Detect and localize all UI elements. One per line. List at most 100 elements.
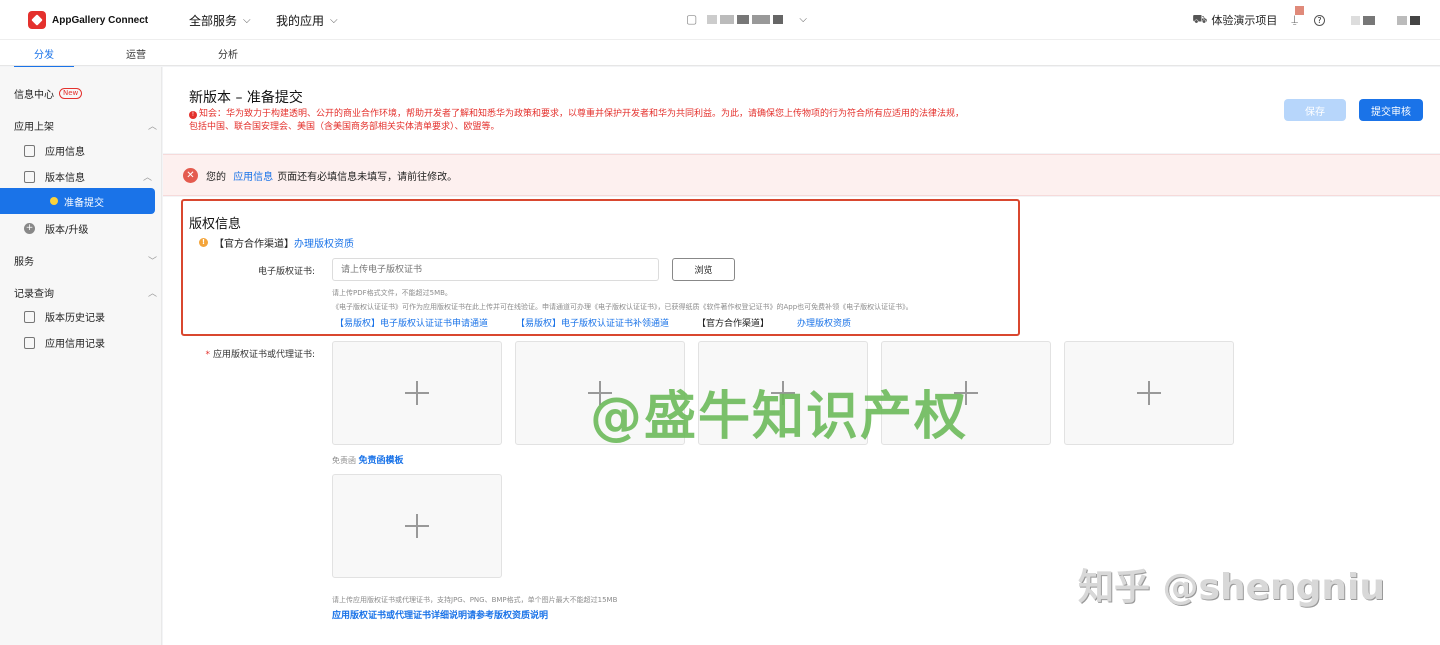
- top-right-tools: ⛟ 体验演示项目 ⍊ ?: [1192, 6, 1420, 28]
- all-services-label: 全部服务: [189, 14, 238, 28]
- huawei-logo-icon: [28, 11, 46, 29]
- my-apps-label: 我的应用: [276, 14, 325, 28]
- chevron-down-icon: ⌵: [799, 13, 807, 25]
- required-mark: *: [205, 350, 210, 360]
- plus-circle-icon: +: [24, 223, 35, 234]
- sidebar-item-app-info[interactable]: 应用信息: [24, 143, 85, 158]
- copyright-detail-link[interactable]: 应用版权证书或代理证书详细说明请参考版权资质说明: [332, 611, 548, 621]
- watermark-main: @盛牛知识产权: [590, 387, 969, 447]
- tab-analytics[interactable]: 分析: [218, 46, 238, 61]
- ecert-input[interactable]: [332, 258, 659, 281]
- sidebar-item-version-history[interactable]: 版本历史记录: [24, 309, 105, 324]
- demo-project-link[interactable]: 体验演示项目: [1211, 12, 1277, 28]
- watermark-corner: 知乎 @shengniu: [1078, 567, 1386, 608]
- chevron-down-icon: ⌵: [243, 15, 251, 26]
- cert-label: * 应用版权证书或代理证书:: [199, 347, 315, 360]
- ecert-apply-link[interactable]: 【易版权】电子版权认证证书申请通道: [335, 316, 488, 329]
- compliance-notice: ! 知会：华为致力于构建透明、公开的商业合作环境，帮助开发者了解和知悉华为政策和要…: [189, 108, 969, 134]
- redacted-text: [720, 14, 735, 24]
- warning-dot-icon: [50, 197, 58, 205]
- sidebar-group-services[interactable]: 服务 ﹀: [14, 253, 157, 268]
- error-text: 您的 应用信息 页面还有必填信息未填写，请前往修改。: [206, 168, 457, 183]
- app-logo[interactable]: AppGallery Connect: [28, 11, 148, 29]
- error-icon: ✕: [183, 167, 198, 183]
- save-button[interactable]: 保存: [1284, 99, 1346, 121]
- redacted-text: [752, 14, 771, 24]
- upload-slot[interactable]: [332, 341, 502, 445]
- detail-row: 应用版权证书或代理证书详细说明请参考版权资质说明: [332, 608, 548, 621]
- sidebar-item-prepare-submit[interactable]: 准备提交: [0, 188, 155, 214]
- module-tabs: 分发 运营 分析: [0, 40, 1440, 68]
- redacted-avatar[interactable]: [1410, 15, 1420, 25]
- sidebar-item-label: 版本信息: [45, 173, 85, 184]
- edit-doc-icon: [24, 170, 35, 183]
- copyright-qualification-link[interactable]: 办理版权资质: [294, 235, 354, 250]
- redacted-avatar: [1351, 15, 1360, 25]
- alert-icon: !: [189, 111, 197, 119]
- sidebar-item-label: 服务: [14, 257, 34, 268]
- redacted-text: [737, 14, 750, 24]
- channel-prefix: 【官方合作渠道】: [697, 319, 770, 329]
- waiver-template-link[interactable]: 免责函模板: [359, 456, 404, 466]
- redacted-text: [707, 14, 718, 24]
- copyright-qualification-link-2[interactable]: 办理版权资质: [797, 319, 851, 329]
- all-services-menu[interactable]: 全部服务 ⌵: [189, 12, 251, 29]
- sidebar-item-label: 应用信息: [45, 147, 85, 158]
- error-banner: ✕ 您的 应用信息 页面还有必填信息未填写，请前往修改。: [163, 154, 1440, 196]
- page-header: 新版本 – 准备提交 ! 知会：华为致力于构建透明、公开的商业合作环境，帮助开发者…: [163, 67, 1440, 153]
- chevron-down-icon: ﹀: [147, 257, 157, 267]
- upload-slot-waiver[interactable]: [332, 474, 502, 578]
- plus-icon: [405, 381, 429, 405]
- redacted-avatar: [1397, 15, 1407, 25]
- chevron-up-icon: ︿: [142, 173, 152, 183]
- help-icon[interactable]: ?: [1314, 14, 1325, 26]
- upload-slot[interactable]: [1064, 341, 1234, 445]
- sidebar-item-credit-records[interactable]: 应用信用记录: [24, 335, 105, 350]
- sidebar-item-label: 应用上架: [14, 122, 54, 133]
- sidebar-group-records[interactable]: 记录查询 ︿: [14, 285, 157, 300]
- cert-label-text: 应用版权证书或代理证书:: [212, 350, 315, 360]
- ecert-links: 【易版权】电子版权认证证书申请通道 【易版权】电子版权认证证书补领通道 【官方合…: [335, 316, 907, 329]
- ecert-hint-format: 请上传PDF格式文件，不能超过5MB。: [332, 289, 452, 297]
- chevron-down-icon: ⌵: [330, 15, 338, 26]
- waiver-row: 免责函 免责函模板: [332, 453, 404, 466]
- sidebar-item-label: 版本历史记录: [45, 313, 105, 324]
- project-icon: ▢: [686, 12, 698, 26]
- notification-icon[interactable]: ⍊: [1291, 6, 1305, 27]
- ecert-label: 电子版权证书:: [257, 267, 315, 277]
- sidebar-item-version-upgrade[interactable]: + 版本/升级: [24, 221, 88, 236]
- sidebar-item-version-info[interactable]: 版本信息 ︿: [24, 169, 152, 184]
- tab-distribution[interactable]: 分发: [14, 46, 74, 68]
- official-channel-row: ! 【官方合作渠道】 办理版权资质: [199, 235, 354, 250]
- sidebar-item-label: 记录查询: [14, 289, 54, 300]
- submit-review-button[interactable]: 提交审核: [1359, 99, 1423, 121]
- chevron-up-icon: ︿: [147, 289, 157, 299]
- page-title: 新版本 – 准备提交: [189, 90, 303, 106]
- redacted-badge: [1295, 6, 1305, 15]
- document-icon: [24, 144, 35, 157]
- browse-button[interactable]: 浏览: [672, 258, 735, 281]
- ecert-reissue-link[interactable]: 【易版权】电子版权认证证书补领通道: [516, 316, 669, 329]
- sidebar-item-label: 应用信用记录: [45, 339, 105, 350]
- new-badge: New: [59, 88, 83, 99]
- redacted-avatar: [1363, 15, 1375, 25]
- notice-text: 知会：华为致力于构建透明、公开的商业合作环境，帮助开发者了解和知悉华为政策和要求…: [189, 109, 965, 132]
- sidebar-item-info-center[interactable]: 信息中心 New: [14, 86, 83, 101]
- app-info-link[interactable]: 应用信息: [233, 172, 273, 183]
- tab-operations[interactable]: 运营: [126, 46, 146, 61]
- waiver-prefix: 免责函: [332, 456, 356, 465]
- sidebar-group-app-release[interactable]: 应用上架 ︿: [14, 118, 157, 133]
- app-name: AppGallery Connect: [52, 14, 149, 26]
- ecert-hint-detail: 《电子版权认证证书》可作为应用版权证书在此上传并可在线验证。申请通道可办理《电子…: [332, 303, 913, 311]
- error-suffix: 页面还有必填信息未填写，请前往修改。: [277, 171, 458, 183]
- redacted-text: [773, 14, 784, 24]
- section-title: 版权信息: [189, 217, 242, 232]
- plus-icon: [405, 514, 429, 538]
- my-apps-menu[interactable]: 我的应用 ⌵: [276, 12, 338, 29]
- warning-icon: !: [199, 238, 208, 247]
- user-doc-icon: [24, 336, 35, 349]
- project-selector[interactable]: ▢ ⌵: [686, 12, 807, 26]
- chevron-up-icon: ︿: [147, 122, 157, 132]
- sidebar-item-label: 准备提交: [64, 197, 104, 209]
- plus-icon: [1137, 381, 1161, 405]
